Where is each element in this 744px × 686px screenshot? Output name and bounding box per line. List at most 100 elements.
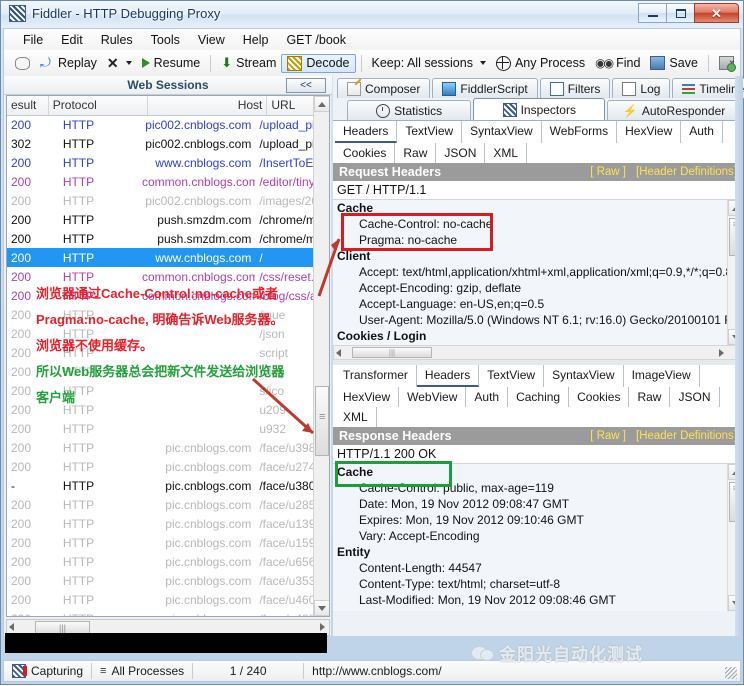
response-subtab-xml[interactable]: XML [335,407,377,427]
keep-sessions-dropdown[interactable]: Keep: All sessions [367,55,491,71]
tab-composer[interactable]: Composer [337,78,430,98]
panel-right-edge-scrollbar[interactable] [735,76,743,636]
request-subtab-headers[interactable]: Headers [335,121,397,143]
request-subtab-hexview[interactable]: HexView [617,121,681,143]
table-row[interactable]: 200HTTP/jque [7,305,314,324]
maximize-button[interactable] [666,3,695,23]
chevron-right-icon[interactable] [320,623,325,631]
response-subtab-imageview[interactable]: ImageView [624,365,700,387]
resize-grip-icon[interactable] [725,667,737,679]
request-subtab-syntaxview[interactable]: SyntaxView [462,121,541,143]
table-row[interactable]: 200HTTP/json [7,324,314,343]
decode-button[interactable]: Decode [281,54,355,73]
request-raw-link[interactable]: [ Raw ] [590,166,626,178]
request-subtab-textview[interactable]: TextView [397,121,462,143]
replay-button[interactable]: ⤾ Replay [35,55,102,71]
remove-button[interactable]: ✕ [102,56,137,70]
sessions-grid-vertical-scrollbar[interactable] [313,96,329,616]
tab-inspectors[interactable]: Inspectors [473,98,605,120]
table-row[interactable]: 200HTTPs/log [7,362,314,381]
close-button[interactable]: ✕ [694,3,739,23]
tab-fiddlerscript[interactable]: FiddlerScript [432,78,537,98]
table-row[interactable]: 200HTTPcommon.cnblogs.com/editor/tiny [7,172,314,191]
table-row[interactable]: 200HTTPu932 [7,419,314,438]
table-row[interactable]: 200HTTPwww.cnblogs.com/InsertToEd [7,153,314,172]
response-headers-body[interactable]: Cache Cache-Control: public, max-age=119… [333,464,743,611]
chevron-left-icon[interactable] [9,623,14,631]
table-row[interactable]: 200HTTPpush.smzdm.com/chrome/me [7,210,314,229]
stream-button[interactable]: ⬇ Stream [216,55,281,71]
table-row[interactable]: 200HTTPpic.cnblogs.com/face/u285 [7,495,314,514]
column-header-protocol[interactable]: Protocol [49,96,148,115]
tab-timeline[interactable]: Timeline [672,78,744,98]
capturing-status[interactable]: Capturing [4,661,91,681]
tab-autoresponder[interactable]: ⚡ AutoResponder [607,100,741,120]
sessions-grid[interactable]: esult Protocol Host URL 200HTTPpic002.cn… [6,95,330,617]
request-subtab-cookies[interactable]: Cookies [335,143,395,163]
save-button[interactable]: Save [645,55,703,71]
column-header-result[interactable]: esult [7,96,49,115]
response-subtab-headers[interactable]: Headers [417,365,479,387]
response-subtab-textview[interactable]: TextView [479,365,544,387]
request-header-definitions-link[interactable]: [Header Definitions] [636,166,737,178]
response-subtab-webview[interactable]: WebView [399,387,466,407]
hscrollbar-thumb[interactable]: ||| [352,347,432,358]
table-row[interactable]: 200HTTPpic.cnblogs.com/face/u656 [7,552,314,571]
table-row[interactable]: 200HTTPpic002.cnblogs.com/upload_pic [7,115,314,134]
response-header-definitions-link[interactable]: [Header Definitions] [636,430,737,442]
menu-item-tools[interactable]: Tools [142,31,189,49]
table-row[interactable]: 200HTTPscript [7,343,314,362]
response-raw-link[interactable]: [ Raw ] [590,430,626,442]
menu-item-rules[interactable]: Rules [92,31,142,49]
table-row[interactable]: -HTTPpic.cnblogs.com/face/u380 [7,476,314,495]
scroll-up-button[interactable] [314,96,330,112]
table-row[interactable]: 200HTTPpic.cnblogs.com/face/u274 [7,457,314,476]
response-subtab-json[interactable]: JSON [670,387,719,407]
response-subtab-caching[interactable]: Caching [508,387,569,407]
request-body-horizontal-scrollbar[interactable]: ||| [333,345,743,360]
find-button[interactable]: ◉◉ Find [590,55,645,71]
menu-item-get-book[interactable]: GET /book [277,31,355,49]
menu-item-help[interactable]: Help [234,31,278,49]
minimize-button[interactable] [638,3,667,23]
response-subtab-auth[interactable]: Auth [466,387,508,407]
table-row[interactable]: 200HTTPpic.cnblogs.com/face/u398 [7,438,314,457]
toolbar-overflow-button[interactable]: ⌄ [728,55,736,66]
any-process-button[interactable]: Any Process [491,55,590,72]
table-row[interactable]: 200HTTPpic002.cnblogs.com/images/20 [7,191,314,210]
tab-log[interactable]: Log [612,78,670,98]
chevron-left-icon[interactable] [336,349,341,357]
table-row[interactable]: 200HTTPpic.cnblogs.com/face/u460 [7,590,314,609]
tab-statistics[interactable]: Statistics [347,100,471,120]
comment-button[interactable] [10,56,35,71]
scrollbar-thumb[interactable] [315,386,329,456]
process-filter-status[interactable]: ≡ All Processes [92,661,192,681]
chevron-right-icon[interactable] [719,349,724,357]
response-subtab-raw[interactable]: Raw [629,387,670,407]
table-row[interactable]: 200HTTPpic.cnblogs.com/face/u353 [7,571,314,590]
request-headers-body[interactable]: Cache Cache-Control: no-cache Pragma: no… [333,200,743,345]
table-row[interactable]: 200HTTPpic.cnblogs.com/face/u159 [7,533,314,552]
table-row[interactable]: 302HTTPpic002.cnblogs.com/upload_pic [7,134,314,153]
resume-button[interactable]: Resume [137,55,206,71]
column-header-host[interactable]: Host [148,96,267,115]
table-row[interactable]: 200HTTPpic.cnblogs.com/face/u488 [7,609,314,617]
table-row[interactable]: 200HTTPs/ico [7,381,314,400]
request-subtab-xml[interactable]: XML [485,143,527,163]
request-subtab-raw[interactable]: Raw [395,143,436,163]
menu-item-view[interactable]: View [189,31,234,49]
table-row[interactable]: 200HTTPpush.smzdm.com/chrome/me [7,229,314,248]
tab-filters[interactable]: Filters [540,78,611,98]
scroll-down-button[interactable] [314,600,330,616]
response-subtab-transformer[interactable]: Transformer [335,365,417,387]
table-row[interactable]: 200HTTPcommon.cnblogs.com/blog/css/a [7,286,314,305]
menu-item-file[interactable]: File [14,31,52,49]
response-subtab-hexview[interactable]: HexView [335,387,399,407]
request-subtab-auth[interactable]: Auth [681,121,723,143]
table-row[interactable]: 200HTTPu209 [7,400,314,419]
table-row[interactable]: 200HTTPpic.cnblogs.com/face/u139 [7,514,314,533]
table-row[interactable]: 200HTTPwww.cnblogs.com/ [7,248,314,267]
request-subtab-json[interactable]: JSON [436,143,485,163]
response-subtab-syntaxview[interactable]: SyntaxView [544,365,623,387]
table-row[interactable]: 200HTTPcommon.cnblogs.com/css/reset. [7,267,314,286]
